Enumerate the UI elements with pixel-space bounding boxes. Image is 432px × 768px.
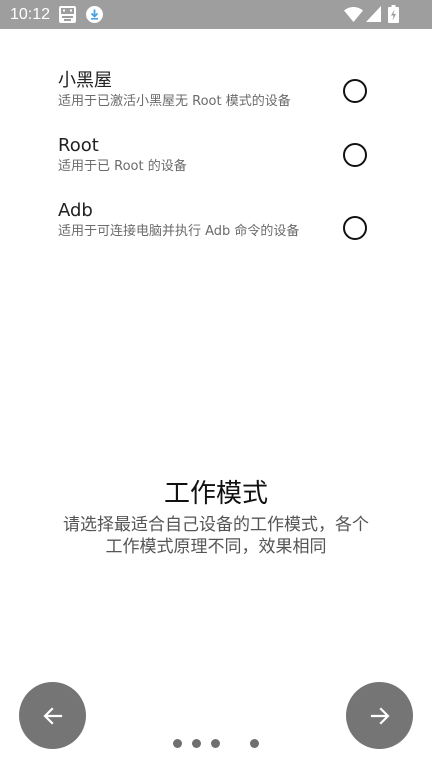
page-indicator-dot	[211, 739, 220, 748]
app-notification-icon	[59, 6, 76, 23]
page-description: 请选择最适合自己设备的工作模式，各个工作模式原理不同，效果相同	[63, 515, 369, 557]
option-description: 适用于已激活小黑屋无 Root 模式的设备	[58, 94, 291, 109]
option-title: Adb	[58, 200, 93, 221]
radio-button[interactable]	[343, 216, 367, 240]
page-title: 工作模式	[163, 479, 268, 509]
status-bar: 10:12	[0, 0, 432, 29]
cell-signal-icon	[366, 6, 381, 22]
page-indicator-dot	[250, 739, 259, 748]
option-adb[interactable]: Adb 适用于可连接电脑并执行 Adb 命令的设备	[58, 200, 378, 260]
battery-charging-icon	[388, 5, 399, 23]
onboarding-screen: 10:12 小黑屋 适用于已激活小黑屋无 Root 模式的设备 Root 适用于…	[0, 0, 432, 768]
radio-button[interactable]	[343, 79, 367, 103]
arrow-right-icon	[370, 706, 390, 725]
option-xiaoheiwu[interactable]: 小黑屋 适用于已激活小黑屋无 Root 模式的设备	[58, 70, 378, 114]
option-description: 适用于可连接电脑并执行 Adb 命令的设备	[58, 224, 300, 239]
download-icon	[86, 6, 103, 23]
radio-button[interactable]	[343, 143, 367, 167]
arrow-left-icon	[42, 706, 62, 725]
status-time: 10:12	[10, 6, 51, 23]
page-indicator-dot	[192, 739, 201, 748]
option-description: 适用于已 Root 的设备	[58, 159, 187, 174]
wifi-icon	[344, 7, 363, 22]
option-title: 小黑屋	[58, 70, 112, 91]
page-indicator-dot	[173, 739, 182, 748]
next-button[interactable]	[346, 682, 413, 749]
back-button[interactable]	[19, 682, 86, 749]
option-title: Root	[58, 135, 99, 156]
option-root[interactable]: Root 适用于已 Root 的设备	[58, 135, 378, 179]
